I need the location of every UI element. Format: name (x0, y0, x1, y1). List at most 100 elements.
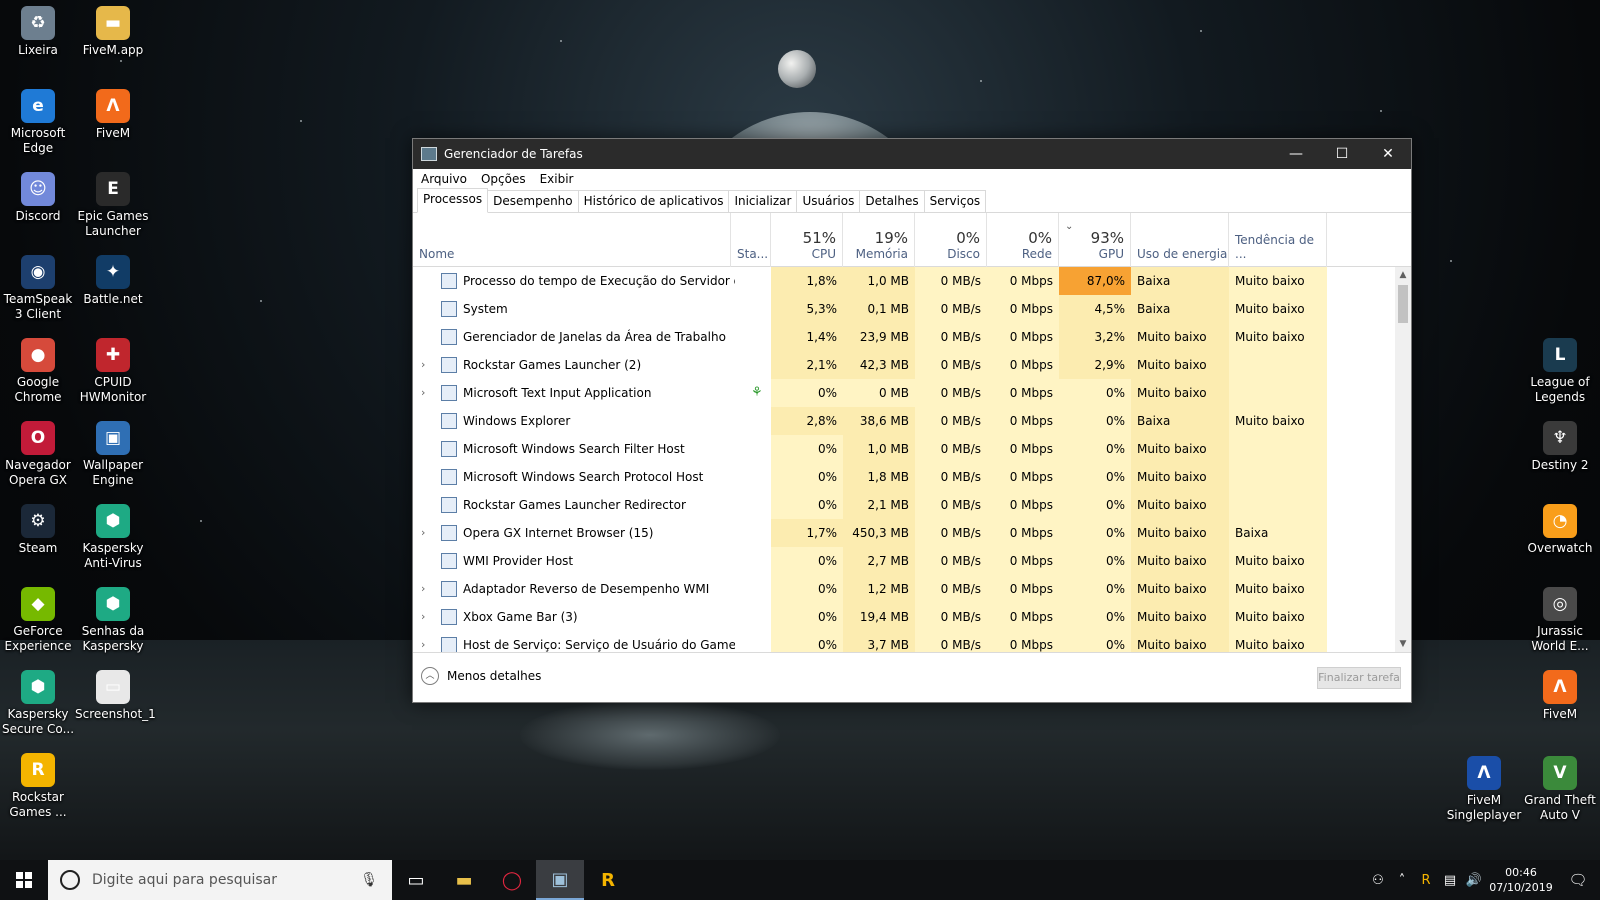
desktop-icon[interactable]: ● Google Chrome (0, 338, 76, 405)
notification-center-icon[interactable]: 🗨 (1556, 871, 1600, 889)
desktop-icon[interactable]: ✚ CPUID HWMonitor (75, 338, 151, 405)
desktop-icon[interactable]: L League of Legends (1522, 338, 1598, 405)
chevron-right-icon[interactable]: › (421, 603, 425, 631)
header-power-usage[interactable]: Uso de energia (1131, 213, 1229, 267)
task-view-button[interactable]: ▭ (392, 860, 440, 900)
desktop-icon-label: Lixeira (18, 43, 58, 57)
desktop-icon[interactable]: ⬢ Senhas da Kaspersky (75, 587, 151, 654)
header-cpu[interactable]: 51% CPU (771, 213, 843, 267)
desktop-icon[interactable]: ⬢ Kaspersky Anti-Virus (75, 504, 151, 571)
tab-detalhes[interactable]: Detalhes (859, 190, 925, 212)
people-icon[interactable]: ⚇ (1366, 873, 1390, 888)
desktop-icon[interactable]: ◎ Jurassic World E... (1522, 587, 1598, 654)
show-hidden-icons[interactable]: ˄ (1390, 873, 1414, 888)
tab-historico[interactable]: Histórico de aplicativos (577, 190, 730, 212)
table-row[interactable]: Microsoft Windows Search Filter Host 0% 1,… (413, 435, 1395, 463)
file-explorer-taskbar-icon[interactable]: ▬ (440, 860, 488, 900)
close-button[interactable]: ✕ (1365, 139, 1411, 169)
desktop-icon[interactable]: ◆ GeForce Experience (0, 587, 76, 654)
microphone-icon[interactable]: 🎙 (360, 872, 378, 888)
maximize-button[interactable]: ☐ (1319, 139, 1365, 169)
desktop-icon[interactable]: ▣ Wallpaper Engine (75, 421, 151, 488)
header-status[interactable]: Sta... (731, 213, 771, 267)
chevron-right-icon[interactable]: › (421, 351, 425, 379)
chevron-right-icon[interactable]: › (421, 379, 425, 407)
desktop-icon[interactable]: ⚙ Steam (0, 504, 76, 556)
desktop-icon[interactable]: R Rockstar Games ... (0, 753, 76, 820)
desktop-icon[interactable]: ⬢ Kaspersky Secure Co... (0, 670, 76, 737)
table-row[interactable]: › Host de Serviço: Serviço de Usuário do … (413, 631, 1395, 652)
task-manager-taskbar-icon[interactable]: ▣ (536, 860, 584, 900)
chevron-right-icon[interactable]: › (421, 631, 425, 652)
table-row[interactable]: System 5,3% 0,1 MB 0 MB/s 0 Mbps 4,5% Baixa Mui… (413, 295, 1395, 323)
recycle-bin-icon: ♻ (21, 6, 55, 40)
table-row[interactable]: Rockstar Games Launcher Redirector 0% 2,1 … (413, 491, 1395, 519)
table-row[interactable]: › Rockstar Games Launcher (2) 2,1% 42,3 MB 0… (413, 351, 1395, 379)
network-icon[interactable]: ▤ (1438, 873, 1462, 888)
end-task-button[interactable]: Finalizar tarefa (1317, 667, 1401, 689)
desktop-icon[interactable]: ♆ Destiny 2 (1522, 421, 1598, 473)
table-row[interactable]: › Microsoft Text Input Application ⚘ 0% 0 MB… (413, 379, 1395, 407)
volume-icon[interactable]: 🔊 (1462, 873, 1486, 888)
rockstar-tray-icon[interactable]: R (1414, 873, 1438, 888)
menu-opcoes[interactable]: Opções (481, 172, 526, 186)
table-row[interactable]: › Xbox Game Bar (3) 0% 19,4 MB 0 MB/s 0 Mbps 0… (413, 603, 1395, 631)
desktop-icon[interactable]: ☺ Discord (0, 172, 76, 224)
net-cell: 0 Mbps (987, 547, 1059, 575)
desktop-icon[interactable]: V Grand Theft Auto V (1522, 756, 1598, 823)
table-row[interactable]: Microsoft Windows Search Protocol Host 0%… (413, 463, 1395, 491)
header-disk[interactable]: 0% Disco (915, 213, 987, 267)
header-memory[interactable]: 19% Memória (843, 213, 915, 267)
chevron-right-icon[interactable]: › (421, 519, 425, 547)
header-gpu[interactable]: ⌄ 93% GPU (1059, 213, 1131, 267)
desktop-icon[interactable]: E Epic Games Launcher (75, 172, 151, 239)
desktop-icon[interactable]: ▭ Screenshot_1 (75, 670, 156, 722)
menu-arquivo[interactable]: Arquivo (421, 172, 467, 186)
desktop-icon[interactable]: ✦ Battle.net (75, 255, 151, 307)
rockstar-taskbar-icon[interactable]: R (584, 860, 632, 900)
table-row[interactable]: Windows Explorer 2,8% 38,6 MB 0 MB/s 0 Mbps 0… (413, 407, 1395, 435)
table-row[interactable]: WMI Provider Host 0% 2,7 MB 0 MB/s 0 Mbps 0% M… (413, 547, 1395, 575)
tab-desempenho[interactable]: Desempenho (487, 190, 579, 212)
power-trend-cell (1229, 351, 1327, 379)
header-power-trend[interactable]: Tendência de ... (1229, 213, 1327, 267)
mem-cell: 2,7 MB (843, 547, 915, 575)
desktop-icon-label: FiveM.app (82, 43, 144, 57)
desktop-icon[interactable]: ♻ Lixeira (0, 6, 76, 58)
table-row[interactable]: Processo do tempo de Execução do Servido… (413, 267, 1395, 295)
scroll-thumb[interactable] (1398, 285, 1408, 323)
tab-servicos[interactable]: Serviços (923, 190, 987, 212)
desktop-icon[interactable]: Λ FiveM (75, 89, 151, 141)
mem-cell: 42,3 MB (843, 351, 915, 379)
desktop-icon-label: League of Legends (1530, 375, 1590, 404)
fewer-details-button[interactable]: ︿ Menos detalhes (421, 667, 541, 685)
opera-gx-taskbar-icon[interactable]: ◯ (488, 860, 536, 900)
desktop-icon[interactable]: ◉ TeamSpeak 3 Client (0, 255, 76, 322)
minimize-button[interactable]: — (1273, 139, 1319, 169)
tab-processos[interactable]: Processos (417, 188, 489, 213)
desktop-icon[interactable]: e Microsoft Edge (0, 89, 76, 156)
search-box[interactable]: Digite aqui para pesquisar 🎙 (48, 860, 392, 900)
tab-usuarios[interactable]: Usuários (796, 190, 861, 212)
title-bar[interactable]: Gerenciador de Tarefas — ☐ ✕ (413, 139, 1411, 169)
desktop-icon[interactable]: Λ FiveM Singleplayer (1446, 756, 1522, 823)
desktop-icon[interactable]: ◔ Overwatch (1522, 504, 1598, 556)
vertical-scrollbar[interactable]: ▲ ▼ (1395, 267, 1411, 652)
cpu-cell: 0% (771, 379, 843, 407)
desktop-icon[interactable]: Λ FiveM (1522, 670, 1598, 722)
start-button[interactable] (0, 860, 48, 900)
table-row[interactable]: › Opera GX Internet Browser (15) 1,7% 450,3… (413, 519, 1395, 547)
menu-exibir[interactable]: Exibir (540, 172, 574, 186)
header-network[interactable]: 0% Rede (987, 213, 1059, 267)
desktop-icon[interactable]: ▬ FiveM.app (75, 6, 151, 58)
tab-inicializar[interactable]: Inicializar (728, 190, 798, 212)
chevron-right-icon[interactable]: › (421, 575, 425, 603)
steam-icon: ⚙ (21, 504, 55, 538)
desktop-icon[interactable]: O Navegador Opera GX (0, 421, 76, 488)
scroll-down-icon[interactable]: ▼ (1395, 636, 1411, 652)
table-row[interactable]: › Adaptador Reverso de Desempenho WMI 0% 1,… (413, 575, 1395, 603)
scroll-up-icon[interactable]: ▲ (1395, 267, 1411, 283)
table-row[interactable]: Gerenciador de Janelas da Área de Trabal… (413, 323, 1395, 351)
clock[interactable]: 00:46 07/10/2019 (1486, 865, 1556, 895)
header-name[interactable]: Nome (413, 213, 731, 267)
